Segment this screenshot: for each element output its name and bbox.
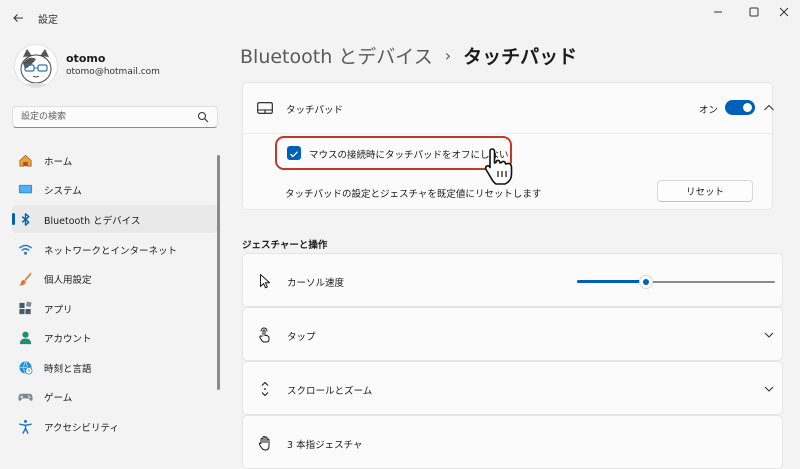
cursor-arrow-icon <box>260 274 271 289</box>
sidebar-item-label: アカウント <box>44 334 92 345</box>
user-name: otomo <box>66 52 106 65</box>
sidebar-item-home[interactable]: ホーム <box>12 146 217 174</box>
touchpad-header-row[interactable]: タッチパッド オン <box>243 83 774 134</box>
cursor-speed-slider[interactable] <box>577 275 775 289</box>
breadcrumb-separator: › <box>444 46 452 65</box>
page-title: タッチパッド <box>463 46 578 68</box>
tap-gesture-icon <box>259 327 270 343</box>
scroll-zoom-row[interactable]: スクロールとズーム <box>242 361 783 415</box>
tap-row[interactable]: タップ <box>242 307 783 361</box>
search-input[interactable] <box>21 110 191 124</box>
account-icon <box>19 331 32 345</box>
chevron-down-icon[interactable] <box>763 383 775 395</box>
app-title: 設定 <box>38 15 58 26</box>
avatar[interactable] <box>14 44 58 88</box>
cursor-speed-row: カーソル速度 <box>242 253 783 307</box>
touchpad-title: タッチパッド <box>286 105 344 116</box>
sidebar-item-network[interactable]: ネットワークとインターネット <box>12 235 217 263</box>
close-button[interactable] <box>766 2 800 22</box>
sidebar-item-label: 個人用設定 <box>44 275 92 286</box>
system-icon <box>18 184 33 194</box>
sidebar-item-gaming[interactable]: ゲーム <box>12 382 217 410</box>
home-icon <box>19 154 32 167</box>
minimize-button[interactable] <box>700 2 736 22</box>
accessibility-icon <box>19 419 32 434</box>
cat-avatar-icon <box>15 49 57 87</box>
selection-indicator <box>12 213 15 225</box>
three-finger-row[interactable]: 3 本指ジェスチャ <box>242 415 783 469</box>
sidebar-item-system[interactable]: システム <box>12 175 217 203</box>
cursor-speed-label: カーソル速度 <box>287 278 345 289</box>
keep-touchpad-on-checkbox[interactable] <box>287 146 301 160</box>
search-icon[interactable] <box>197 111 209 123</box>
breadcrumb-parent[interactable]: Bluetooth とデバイス <box>240 42 433 69</box>
sidebar-item-label: ネットワークとインターネット <box>44 246 178 257</box>
chevron-down-icon[interactable] <box>763 329 775 341</box>
gamepad-icon <box>18 393 33 401</box>
sidebar-item-label: アクセシビリティ <box>44 423 119 434</box>
sidebar-item-label: システム <box>44 186 82 197</box>
back-arrow-icon <box>13 14 23 22</box>
user-email: otomo@hotmail.com <box>66 67 160 77</box>
tap-label: タップ <box>287 332 316 343</box>
sidebar-item-apps[interactable]: アプリ <box>12 294 217 322</box>
sidebar-item-accounts[interactable]: アカウント <box>12 323 217 351</box>
sidebar-item-personalization[interactable]: 個人用設定 <box>12 264 217 292</box>
apps-icon <box>19 301 32 315</box>
scroll-icon <box>261 381 269 397</box>
slider-fill <box>577 280 647 283</box>
reset-button[interactable]: リセット <box>657 180 753 202</box>
three-finger-label: 3 本指ジェスチャ <box>287 440 363 451</box>
globe-clock-icon <box>19 361 33 375</box>
sidebar-scrollbar[interactable] <box>217 155 220 390</box>
slider-thumb[interactable] <box>639 275 654 289</box>
hand-pointer-icon <box>484 148 513 185</box>
minimize-icon <box>714 11 722 13</box>
sidebar-item-label: アプリ <box>44 305 73 316</box>
sidebar-item-label: Bluetooth とデバイス <box>44 216 141 227</box>
toggle-knob <box>743 103 752 112</box>
three-finger-icon <box>258 435 270 451</box>
checkmark-icon <box>290 151 298 158</box>
brush-icon <box>18 272 32 286</box>
breadcrumb: Bluetooth とデバイス › タッチパッド <box>240 42 577 69</box>
maximize-icon <box>749 7 759 17</box>
sidebar-item-bluetooth[interactable]: Bluetooth とデバイス <box>12 205 217 233</box>
section-title: ジェスチャーと操作 <box>242 240 328 251</box>
back-button[interactable] <box>6 8 30 28</box>
reset-description: タッチパッドの設定とジェスチャを既定値にリセットします <box>285 189 542 200</box>
bluetooth-icon <box>21 213 30 226</box>
sidebar-item-label: ホーム <box>44 157 73 168</box>
checkbox-label[interactable]: マウスの接続時にタッチパッドをオフにしない <box>309 147 509 161</box>
scroll-zoom-label: スクロールとズーム <box>287 386 373 397</box>
touchpad-toggle[interactable] <box>725 100 755 115</box>
sidebar-item-label: ゲーム <box>44 393 73 404</box>
chevron-up-icon[interactable] <box>762 101 776 115</box>
sidebar-item-accessibility[interactable]: アクセシビリティ <box>12 412 217 440</box>
close-icon <box>779 7 789 17</box>
sidebar-item-label: 時刻と言語 <box>44 364 92 375</box>
touchpad-icon <box>257 102 273 114</box>
wifi-icon <box>18 244 33 255</box>
sidebar-item-time-language[interactable]: 時刻と言語 <box>12 353 217 381</box>
search-box[interactable] <box>12 106 218 128</box>
toggle-state-label: オン <box>699 105 719 116</box>
